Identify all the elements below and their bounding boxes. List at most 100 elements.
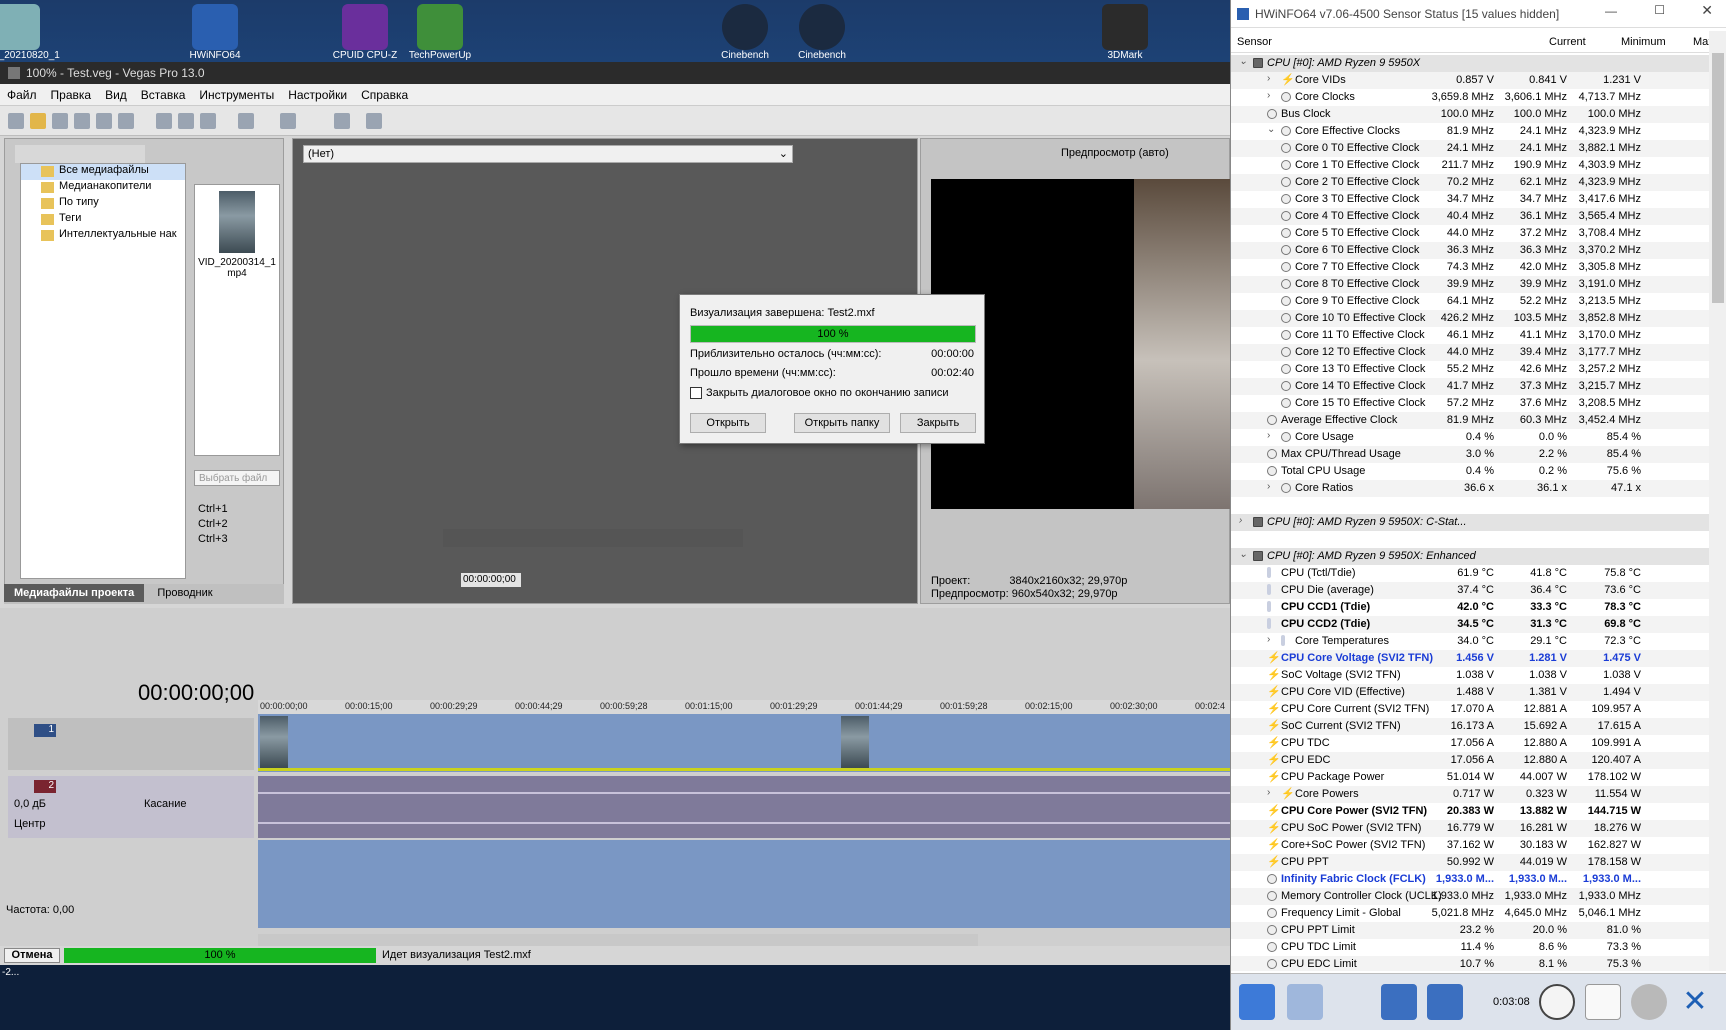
properties-icon[interactable] <box>118 113 134 129</box>
sensor-row[interactable]: Frequency Limit - Global 5,021.8 MHz 4,645… <box>1231 905 1709 922</box>
sensor-row[interactable]: › ⚡ Core Powers 0.717 W 0.323 W 11.554 W <box>1231 786 1709 803</box>
expand-right-icon[interactable]: › <box>1239 515 1242 526</box>
tree-item-media-bins[interactable]: Медианакопители <box>21 180 185 196</box>
column-minimum[interactable]: Minimum <box>1621 36 1666 48</box>
expand-right-icon[interactable]: › <box>1267 430 1270 441</box>
navigate-right-icon[interactable] <box>1287 984 1323 1020</box>
menu-options[interactable]: Настройки <box>281 84 354 102</box>
network-icon[interactable] <box>1427 984 1463 1020</box>
column-current[interactable]: Current <box>1549 36 1586 48</box>
sensor-row[interactable]: ⚡ CPU Core Voltage (SVI2 TFN) 1.456 V 1.281… <box>1231 650 1709 667</box>
save-as-icon[interactable] <box>74 113 90 129</box>
render-icon[interactable] <box>96 113 112 129</box>
menu-help[interactable]: Справка <box>354 84 415 102</box>
sensor-row[interactable]: Max CPU/Thread Usage 3.0 % 2.2 % 85.4 % <box>1231 446 1709 463</box>
sensor-row[interactable]: Core 11 T0 Effective Clock 46.1 MHz 41.1 M… <box>1231 327 1709 344</box>
sensor-row[interactable]: ⚡ CPU Core VID (Effective) 1.488 V 1.381 V 1… <box>1231 684 1709 701</box>
sensor-row[interactable]: ⌄ Core Effective Clocks 81.9 MHz 24.1 MHz 4,… <box>1231 123 1709 140</box>
desktop-icon-cinebench-1[interactable]: Cinebench <box>710 4 780 61</box>
expand-down-icon[interactable]: ⌄ <box>1239 549 1247 560</box>
desktop-icon-cinebench-2[interactable]: Cinebench <box>787 4 857 61</box>
normal-edit-tool-icon[interactable] <box>334 113 350 129</box>
expand-down-icon[interactable]: ⌄ <box>1267 124 1275 135</box>
close-button[interactable]: Закрыть <box>900 413 976 433</box>
trimmer-source-select[interactable]: (Нет) ⌄ <box>303 145 793 163</box>
column-sensor[interactable]: Sensor <box>1237 36 1272 48</box>
sensor-row[interactable]: Core 9 T0 Effective Clock 64.1 MHz 52.2 MH… <box>1231 293 1709 310</box>
sensor-row[interactable]: ⚡ CPU SoC Power (SVI2 TFN) 16.779 W 16.281 … <box>1231 820 1709 837</box>
menu-edit[interactable]: Правка <box>44 84 99 102</box>
sensor-row[interactable]: Core 6 T0 Effective Clock 36.3 MHz 36.3 MH… <box>1231 242 1709 259</box>
sensor-row[interactable]: ⚡ CPU Core Power (SVI2 TFN) 20.383 W 13.882… <box>1231 803 1709 820</box>
sensor-row[interactable]: Core 15 T0 Effective Clock 57.2 MHz 37.6 M… <box>1231 395 1709 412</box>
close-icon[interactable]: ✕ <box>1701 2 1713 19</box>
video-track[interactable] <box>258 714 1230 772</box>
sensor-row[interactable]: Core 0 T0 Effective Clock 24.1 MHz 24.1 MH… <box>1231 140 1709 157</box>
clock-icon[interactable] <box>1539 984 1575 1020</box>
sensor-row[interactable]: Core 2 T0 Effective Clock 70.2 MHz 62.1 MH… <box>1231 174 1709 191</box>
desktop-icon-ide[interactable]: IDE_20210820_1 <box>0 4 60 61</box>
sensor-row[interactable]: Core 3 T0 Effective Clock 34.7 MHz 34.7 MH… <box>1231 191 1709 208</box>
sensor-row[interactable]: Memory Controller Clock (UCLK) 1,933.0 MH… <box>1231 888 1709 905</box>
sensor-group-row[interactable]: ⌄ CPU [#0]: AMD Ryzen 9 5950X <box>1231 55 1709 72</box>
tree-item-tags[interactable]: Теги <box>21 212 185 228</box>
sensor-row[interactable]: › Core Usage 0.4 % 0.0 % 85.4 % <box>1231 429 1709 446</box>
sensor-row[interactable]: Core 8 T0 Effective Clock 39.9 MHz 39.9 MH… <box>1231 276 1709 293</box>
close-on-finish-checkbox[interactable] <box>690 387 702 399</box>
desktop-icon-hwinfo[interactable]: HWiNFO64 <box>180 4 250 61</box>
desktop-icon-3dmark[interactable]: 3DMark <box>1090 4 1160 61</box>
close-icon[interactable]: ✕ <box>1677 984 1713 1020</box>
sensor-group-row[interactable]: ⌄ CPU [#0]: AMD Ryzen 9 5950X: Enhanced <box>1231 548 1709 565</box>
sensor-row[interactable]: › Core Temperatures 34.0 °C 29.1 °C 72.3 °C <box>1231 633 1709 650</box>
navigate-left-icon[interactable] <box>1239 984 1275 1020</box>
sensor-row[interactable]: ⚡ CPU EDC 17.056 A 12.880 A 120.407 A <box>1231 752 1709 769</box>
sensor-row[interactable]: › Core Ratios 36.6 x 36.1 x 47.1 x <box>1231 480 1709 497</box>
tab-explorer[interactable]: Проводник <box>147 584 222 602</box>
maximize-icon[interactable]: ☐ <box>1654 3 1665 17</box>
help-icon[interactable] <box>366 113 382 129</box>
preview-quality-label[interactable]: Предпросмотр (авто) <box>1061 147 1169 159</box>
expand-down-icon[interactable]: ⌄ <box>1239 56 1247 67</box>
sensor-row[interactable]: Core 10 T0 Effective Clock 426.2 MHz 103.5… <box>1231 310 1709 327</box>
sensor-row[interactable]: ⚡ SoC Voltage (SVI2 TFN) 1.038 V 1.038 V 1.0… <box>1231 667 1709 684</box>
tab-project-media[interactable]: Медиафайлы проекта <box>4 584 145 602</box>
sensor-row[interactable]: › Core Clocks 3,659.8 MHz 3,606.1 MHz 4,713.… <box>1231 89 1709 106</box>
media-thumbnail[interactable] <box>219 191 255 253</box>
expand-right-icon[interactable]: › <box>1267 73 1270 84</box>
tree-item-all-media[interactable]: Все медиафайлы <box>21 164 185 180</box>
sensor-row[interactable]: CPU EDC Limit 10.7 % 8.1 % 75.3 % <box>1231 956 1709 971</box>
sensor-row[interactable]: Core 13 T0 Effective Clock 55.2 MHz 42.6 M… <box>1231 361 1709 378</box>
open-button[interactable]: Открыть <box>690 413 766 433</box>
paste-icon[interactable] <box>200 113 216 129</box>
sensor-row[interactable]: Core 14 T0 Effective Clock 41.7 MHz 37.3 M… <box>1231 378 1709 395</box>
cancel-button[interactable]: Отмена <box>4 948 60 963</box>
automation-mode[interactable]: Касание <box>144 798 186 810</box>
cut-icon[interactable] <box>156 113 172 129</box>
sensor-row[interactable]: Core 12 T0 Effective Clock 44.0 MHz 39.4 M… <box>1231 344 1709 361</box>
desktop-icon-cpuz[interactable]: CPUID CPU-Z <box>330 4 400 61</box>
sensor-row[interactable]: ⚡ CPU PPT 50.992 W 44.019 W 178.158 W <box>1231 854 1709 871</box>
tree-item-by-type[interactable]: По типу <box>21 196 185 212</box>
undo-icon[interactable] <box>238 113 254 129</box>
sensor-row[interactable]: ⚡ CPU Core Current (SVI2 TFN) 17.070 A 12.8… <box>1231 701 1709 718</box>
sensor-row[interactable]: Core 1 T0 Effective Clock 211.7 MHz 190.9 … <box>1231 157 1709 174</box>
menu-insert[interactable]: Вставка <box>134 84 193 102</box>
expand-right-icon[interactable]: › <box>1267 481 1270 492</box>
open-icon[interactable] <box>30 113 46 129</box>
sensor-group-row[interactable]: › CPU [#0]: AMD Ryzen 9 5950X: C-Stat... <box>1231 514 1709 531</box>
sensor-row[interactable]: CPU CCD1 (Tdie) 42.0 °C 33.3 °C 78.3 °C <box>1231 599 1709 616</box>
scrollbar-thumb[interactable] <box>1712 53 1724 303</box>
menu-view[interactable]: Вид <box>98 84 134 102</box>
menu-file[interactable]: Файл <box>0 84 44 102</box>
minimize-icon[interactable]: — <box>1605 4 1617 18</box>
sensor-row[interactable]: Total CPU Usage 0.4 % 0.2 % 75.6 % <box>1231 463 1709 480</box>
sensor-row[interactable]: Core 5 T0 Effective Clock 44.0 MHz 37.2 MH… <box>1231 225 1709 242</box>
desktop-icon-techpowerup[interactable]: TechPowerUp <box>405 4 475 61</box>
sensor-row[interactable]: CPU CCD2 (Tdie) 34.5 °C 31.3 °C 69.8 °C <box>1231 616 1709 633</box>
sensor-row[interactable]: Core 7 T0 Effective Clock 74.3 MHz 42.0 MH… <box>1231 259 1709 276</box>
sensor-row[interactable]: ⚡ Core+SoC Power (SVI2 TFN) 37.162 W 30.183… <box>1231 837 1709 854</box>
open-folder-button[interactable]: Открыть папку <box>794 413 890 433</box>
sensor-row[interactable]: › ⚡ Core VIDs 0.857 V 0.841 V 1.231 V <box>1231 72 1709 89</box>
redo-icon[interactable] <box>280 113 296 129</box>
sensor-row[interactable]: Infinity Fabric Clock (FCLK) 1,933.0 M...… <box>1231 871 1709 888</box>
